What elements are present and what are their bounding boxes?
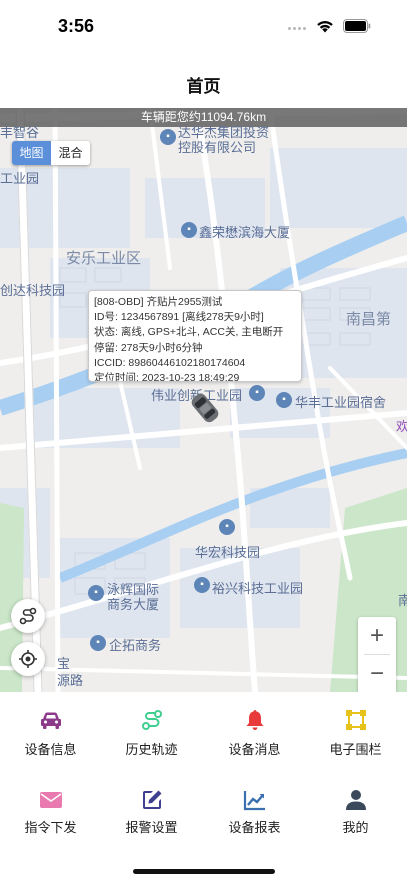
poi-building-icon: ▪ (194, 577, 210, 593)
device-info-popup[interactable]: [808-OBD] 齐贴片2955测试 ID号: 1234567891 [离线2… (88, 290, 302, 382)
route-icon (142, 710, 162, 730)
menu-label: 设备消息 (228, 742, 281, 757)
poi-label: 安乐工业区 (66, 250, 142, 267)
poi-label: 华丰工业园宿舍 (295, 395, 387, 410)
poi-building-icon: ▪ (160, 129, 176, 145)
function-menu: 设备信息 历史轨迹 设备消息 电子围栏 指令下发 报警设置 设备报表 我的 (0, 692, 407, 850)
popup-device-status: 状态: 离线, GPS+北斗, ACC关, 主电断开 (94, 326, 284, 339)
menu-device-report[interactable]: 设备报表 (204, 771, 305, 850)
popup-location-time: 定位时间: 2023-10-23 18:49:29 (94, 372, 240, 382)
track-playback-button[interactable] (11, 599, 45, 633)
page-title: 首页 (186, 77, 221, 96)
poi-label: 南昌第 (346, 311, 392, 328)
popup-iccid: ICCID: 89860446102180174604 (94, 356, 246, 369)
poi-label: 企拓商务 (109, 638, 162, 653)
poi-building-icon: ▪ (90, 635, 106, 651)
menu-label: 历史轨迹 (125, 742, 178, 757)
map-view[interactable]: 车辆距您约11094.76km 地图 混合 丰智谷 ▪ 达华杰集团投资 控股有限… (0, 108, 407, 692)
wifi-icon (317, 21, 333, 33)
poi-building-icon: ▪ (88, 585, 104, 601)
user-icon (346, 790, 366, 810)
route-icon (19, 607, 37, 625)
zoom-out-button[interactable]: − (358, 655, 396, 692)
vehicle-marker-icon[interactable] (186, 389, 224, 427)
status-bar: 3:56 (0, 0, 407, 56)
poi-label: 鑫荣懋滨海大厦 (199, 225, 291, 240)
menu-label: 设备信息 (24, 742, 77, 757)
popup-device-id: ID号: 1234567891 [离线278天9小时] (94, 311, 264, 324)
menu-device-info[interactable]: 设备信息 (0, 692, 101, 771)
poi-label: 裕兴科技工业园 (212, 581, 304, 596)
menu-send-command[interactable]: 指令下发 (0, 771, 101, 850)
poi-building-icon: ▪ (249, 385, 265, 401)
poi-building-icon: ▪ (181, 222, 197, 238)
poi-label: 欢 (396, 419, 407, 434)
map-type-toggle: 地图 混合 (12, 141, 90, 165)
poi-label: 源路 (57, 673, 84, 688)
menu-label: 我的 (342, 820, 369, 835)
poi-building-icon: ▪ (276, 392, 292, 408)
signal-dots-icon (288, 27, 308, 31)
poi-label: 商务大厦 (107, 597, 160, 612)
home-indicator[interactable] (133, 869, 275, 874)
fence-icon (346, 710, 366, 730)
mail-icon (40, 792, 62, 808)
locate-icon (19, 650, 37, 668)
menu-label: 报警设置 (125, 820, 178, 835)
poi-label: 丰智谷 (0, 125, 40, 140)
poi-label: 创达科技园 (0, 283, 66, 298)
menu-geofence[interactable]: 电子围栏 (305, 692, 406, 771)
poi-label: 控股有限公司 (178, 140, 257, 155)
status-time: 3:56 (58, 16, 95, 36)
poi-label: 南 (398, 593, 407, 608)
menu-history-track[interactable]: 历史轨迹 (101, 692, 202, 771)
battery-icon (343, 19, 371, 33)
popup-device-name: [808-OBD] 齐贴片2955测试 (94, 296, 223, 308)
map-type-standard-button[interactable]: 地图 (12, 141, 51, 165)
car-icon (41, 712, 61, 729)
popup-stay-duration: 停留: 278天9小时6分钟 (94, 341, 203, 354)
menu-device-messages[interactable]: 设备消息 (204, 692, 305, 771)
menu-alarm-settings[interactable]: 报警设置 (101, 771, 202, 850)
nav-header: 首页 (0, 56, 407, 108)
locate-button[interactable] (11, 642, 45, 676)
map-type-hybrid-button[interactable]: 混合 (51, 141, 90, 165)
edit-icon (143, 790, 162, 809)
bell-icon (246, 710, 264, 730)
poi-building-icon: ▪ (219, 519, 235, 535)
zoom-in-button[interactable]: + (358, 617, 396, 654)
poi-label: 工业园 (0, 171, 40, 186)
zoom-control: + − (358, 617, 396, 692)
menu-label: 电子围栏 (329, 742, 382, 757)
menu-profile[interactable]: 我的 (305, 771, 406, 850)
poi-label: 华宏科技园 (195, 545, 261, 560)
menu-label: 指令下发 (24, 820, 77, 835)
chart-icon (243, 791, 265, 811)
menu-label: 设备报表 (228, 820, 281, 835)
